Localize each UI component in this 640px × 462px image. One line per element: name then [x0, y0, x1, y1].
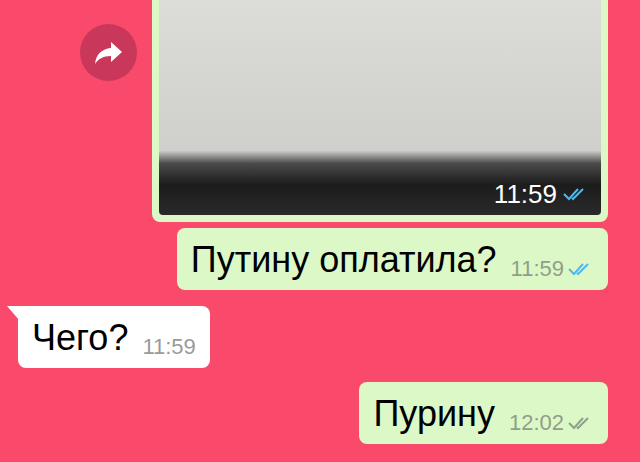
message-row: Пурину 12:02 — [0, 382, 608, 444]
photo[interactable]: 11:59 — [159, 0, 601, 215]
double-check-icon — [568, 261, 594, 277]
image-message[interactable]: 11:59 — [152, 0, 608, 222]
message-meta: 11:59 — [494, 181, 589, 207]
timestamp: 11:59 — [142, 336, 195, 358]
double-check-icon — [568, 415, 594, 431]
message-meta: 11:59 — [511, 258, 594, 280]
message-text: Пурину — [373, 392, 494, 436]
timestamp: 12:02 — [509, 412, 564, 434]
message-text: Чего? — [32, 316, 128, 360]
message-row: 11:59 — [0, 0, 608, 222]
outgoing-message[interactable]: Пурину 12:02 — [359, 382, 608, 444]
chat-area: 11:59 Путину оплатила? 11:59 Чего? 11:59 Пури… — [0, 0, 640, 462]
message-row: Чего? 11:59 — [0, 306, 608, 368]
forward-button[interactable] — [80, 24, 137, 81]
message-row: Путину оплатила? 11:59 — [0, 228, 608, 290]
incoming-message[interactable]: Чего? 11:59 — [18, 306, 210, 368]
timestamp: 11:59 — [494, 181, 557, 207]
timestamp: 11:59 — [511, 258, 564, 280]
message-meta: 11:59 — [142, 336, 195, 358]
outgoing-message[interactable]: Путину оплатила? 11:59 — [177, 228, 608, 290]
message-text: Путину оплатила? — [191, 238, 497, 282]
double-check-icon — [563, 186, 589, 202]
bubble-tail-icon — [7, 306, 19, 320]
message-meta: 12:02 — [509, 412, 594, 434]
forward-arrow-icon — [94, 40, 124, 66]
